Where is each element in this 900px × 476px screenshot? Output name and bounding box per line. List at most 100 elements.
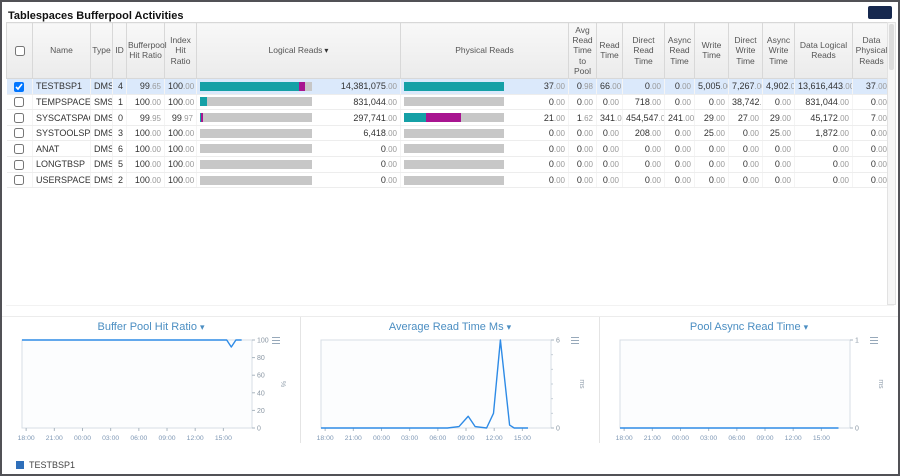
buffer-pool-hit-ratio-chart: 020406080100%18:0021:0000:0003:0006:0009… bbox=[16, 335, 286, 443]
col-header-direct-read-time[interactable]: Direct Read Time bbox=[623, 23, 665, 79]
svg-text:80: 80 bbox=[257, 355, 265, 362]
cell-data_logical: 45,172.00 bbox=[795, 110, 853, 126]
cell-async_read: 0.00 bbox=[665, 125, 695, 141]
svg-text:06:00: 06:00 bbox=[429, 435, 446, 442]
row-checkbox[interactable] bbox=[14, 175, 24, 185]
cell-data_physical: 37.00 bbox=[853, 78, 891, 94]
cell-physical: 0.00 bbox=[401, 125, 569, 141]
col-header-name[interactable]: Name bbox=[33, 23, 91, 79]
row-checkbox[interactable] bbox=[14, 160, 24, 170]
cell-select[interactable] bbox=[7, 78, 33, 94]
cell-idx_hit: 100.00 bbox=[165, 157, 197, 173]
chart-title: Buffer Pool Hit Ratio bbox=[98, 321, 197, 333]
cell-direct_read: 0.00 bbox=[623, 78, 665, 94]
col-header-index-hit-ratio[interactable]: Index Hit Ratio bbox=[165, 23, 197, 79]
cell-async_write: 4,902.00 bbox=[763, 78, 795, 94]
logical-reads-bar bbox=[200, 82, 312, 91]
col-header-data-logical-reads[interactable]: Data Logical Reads bbox=[795, 23, 853, 79]
chart-metric-dropdown[interactable]: Pool Async Read Time▾ bbox=[600, 321, 898, 333]
bar-segment-magenta bbox=[426, 113, 461, 122]
app-window: Tablespaces Bufferpool Activities Name T… bbox=[0, 0, 900, 476]
row-checkbox[interactable] bbox=[14, 128, 24, 138]
svg-text:ms: ms bbox=[578, 379, 585, 389]
chart-metric-dropdown[interactable]: Buffer Pool Hit Ratio▾ bbox=[2, 321, 300, 333]
chart-table-view-icon[interactable] bbox=[272, 338, 280, 344]
cell-data_logical: 13,616,443.00 bbox=[795, 78, 853, 94]
col-header-type[interactable]: Type bbox=[91, 23, 113, 79]
table-row[interactable]: SYSTOOLSPACEDMS3100.00100.006,418.000.00… bbox=[7, 125, 891, 141]
cell-type: DMS bbox=[91, 78, 113, 94]
table-row[interactable]: TEMPSPACE1SMS1100.00100.00831,044.000.00… bbox=[7, 94, 891, 110]
cell-name: LONGTBSP bbox=[33, 157, 91, 173]
row-checkbox[interactable] bbox=[14, 82, 24, 92]
table-row[interactable]: LONGTBSPDMS5100.00100.000.000.000.000.00… bbox=[7, 157, 891, 173]
cell-read_time: 0.00 bbox=[597, 172, 623, 188]
cell-select[interactable] bbox=[7, 110, 33, 126]
cell-write_time: 0.00 bbox=[695, 172, 729, 188]
cell-avg_pool: 0.98 bbox=[569, 78, 597, 94]
row-checkbox[interactable] bbox=[14, 113, 24, 123]
cell-data_physical: 7.00 bbox=[853, 110, 891, 126]
row-checkbox[interactable] bbox=[14, 97, 24, 107]
chart-metric-dropdown[interactable]: Average Read Time Ms▾ bbox=[301, 321, 599, 333]
col-header-direct-write-time[interactable]: Direct Write Time bbox=[729, 23, 763, 79]
col-header-async-read-time[interactable]: Async Read Time bbox=[665, 23, 695, 79]
col-header-async-write-time[interactable]: Async Write Time bbox=[763, 23, 795, 79]
cell-select[interactable] bbox=[7, 94, 33, 110]
cell-data_logical: 1,872.00 bbox=[795, 125, 853, 141]
physical-reads-bar bbox=[404, 144, 504, 153]
svg-text:18:00: 18:00 bbox=[317, 435, 334, 442]
chart-table-view-icon[interactable] bbox=[571, 338, 579, 344]
cell-id: 3 bbox=[113, 125, 127, 141]
cell-data_physical: 0.00 bbox=[853, 157, 891, 173]
cell-write_time: 25.00 bbox=[695, 125, 729, 141]
svg-text:15:00: 15:00 bbox=[215, 435, 232, 442]
cell-direct_write: 0.00 bbox=[729, 125, 763, 141]
col-header-read-time[interactable]: Read Time bbox=[597, 23, 623, 79]
header-select-all[interactable] bbox=[7, 23, 33, 79]
cell-direct_read: 0.00 bbox=[623, 172, 665, 188]
row-checkbox[interactable] bbox=[14, 144, 24, 154]
chart-panel-pool-async-read-time: Pool Async Read Time▾ 01ms18:0021:0000:0… bbox=[599, 317, 898, 443]
cell-logical: 0.00 bbox=[197, 141, 401, 157]
table-row[interactable]: TESTBSP1DMS499.65100.0014,381,075.0037.0… bbox=[7, 78, 891, 94]
cell-bp_hit: 99.65 bbox=[127, 78, 165, 94]
col-header-logical-reads[interactable]: Logical Reads▾ bbox=[197, 23, 401, 79]
chart-title: Average Read Time Ms bbox=[389, 321, 504, 333]
app-menu-icon[interactable] bbox=[868, 6, 892, 19]
bar-segment-teal bbox=[404, 113, 426, 122]
table-row[interactable]: USERSPACE1DMS2100.00100.000.000.000.000.… bbox=[7, 172, 891, 188]
col-header-write-time[interactable]: Write Time bbox=[695, 23, 729, 79]
col-header-data-physical-reads[interactable]: Data Physical Reads bbox=[853, 23, 891, 79]
col-header-bufferpool-hit-ratio[interactable]: Bufferpool Hit Ratio bbox=[127, 23, 165, 79]
col-header-physical-reads[interactable]: Physical Reads bbox=[401, 23, 569, 79]
svg-text:15:00: 15:00 bbox=[514, 435, 531, 442]
cell-async_write: 0.00 bbox=[763, 172, 795, 188]
cell-idx_hit: 100.00 bbox=[165, 78, 197, 94]
cell-bp_hit: 100.00 bbox=[127, 94, 165, 110]
cell-physical: 21.00 bbox=[401, 110, 569, 126]
cell-idx_hit: 100.00 bbox=[165, 172, 197, 188]
svg-text:21:00: 21:00 bbox=[345, 435, 362, 442]
chart-table-view-icon[interactable] bbox=[870, 338, 878, 344]
cell-select[interactable] bbox=[7, 172, 33, 188]
svg-text:18:00: 18:00 bbox=[616, 435, 633, 442]
scrollbar-thumb[interactable] bbox=[889, 24, 894, 70]
table-row[interactable]: SYSCATSPACEDMS099.9599.97297,741.0021.00… bbox=[7, 110, 891, 126]
cell-select[interactable] bbox=[7, 125, 33, 141]
select-all-checkbox[interactable] bbox=[15, 46, 25, 56]
chevron-down-icon: ▾ bbox=[200, 322, 205, 332]
col-header-id[interactable]: ID bbox=[113, 23, 127, 79]
cell-select[interactable] bbox=[7, 157, 33, 173]
logical-reads-bar bbox=[200, 97, 312, 106]
cell-select[interactable] bbox=[7, 141, 33, 157]
vertical-scrollbar[interactable] bbox=[887, 22, 896, 305]
cell-direct_read: 454,547.00 bbox=[623, 110, 665, 126]
cell-data_physical: 0.00 bbox=[853, 141, 891, 157]
cell-id: 6 bbox=[113, 141, 127, 157]
svg-text:1: 1 bbox=[855, 338, 859, 345]
cell-idx_hit: 100.00 bbox=[165, 94, 197, 110]
cell-data_physical: 0.00 bbox=[853, 172, 891, 188]
table-row[interactable]: ANATDMS6100.00100.000.000.000.000.000.00… bbox=[7, 141, 891, 157]
col-header-avg-read-time-to-pool[interactable]: Avg Read Time to Pool bbox=[569, 23, 597, 79]
